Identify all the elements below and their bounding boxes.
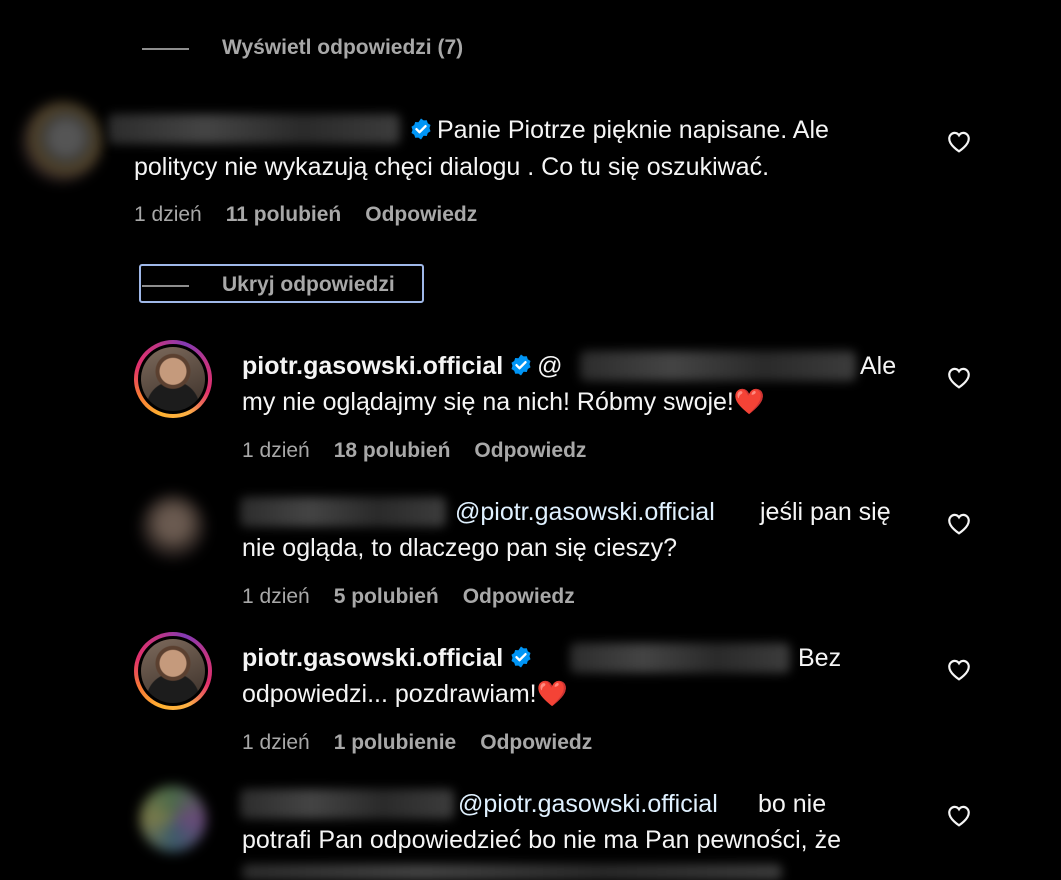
reply-text: piotr.gasowski.official @ <box>242 348 563 385</box>
comment-text: Panie Piotrze pięknie napisane. Ale <box>134 112 829 149</box>
mention-blurred[interactable] <box>570 643 790 673</box>
mention-prefix: @ <box>537 352 563 380</box>
verified-badge-icon <box>409 115 433 140</box>
reply-meta: 1 dzień 18 polubień Odpowiedz <box>242 439 610 463</box>
reply-button[interactable]: Odpowiedz <box>365 203 477 226</box>
reply-text-line2: potrafi Pan odpowiedzieć bo nie ma Pan p… <box>242 826 841 854</box>
view-replies-line <box>142 48 189 50</box>
comment-time[interactable]: 1 dzień <box>242 585 310 608</box>
mention-link[interactable]: @piotr.gasowski.official <box>458 786 718 823</box>
mention-blurred[interactable] <box>580 351 856 381</box>
reply-text: piotr.gasowski.official <box>242 640 537 677</box>
reply-text-end: bo nie <box>758 790 827 818</box>
reply-text-end: jeśli pan się <box>760 498 891 526</box>
username[interactable]: piotr.gasowski.official <box>242 644 503 672</box>
likes-count[interactable]: 1 polubienie <box>334 731 457 754</box>
heart-outline-icon[interactable] <box>946 803 972 827</box>
reply-meta: 1 dzień 1 polubienie Odpowiedz <box>242 731 616 755</box>
heart-outline-icon[interactable] <box>946 511 972 535</box>
comment-text-line2: politycy nie wykazują chęci dialogu . Co… <box>134 153 770 181</box>
hide-replies-button[interactable]: Ukryj odpowiedzi <box>222 273 395 297</box>
verified-badge-icon <box>509 351 533 376</box>
profile-photo <box>141 347 205 411</box>
reply-button[interactable]: Odpowiedz <box>474 439 586 462</box>
cut-off-text <box>242 864 782 880</box>
username[interactable]: piotr.gasowski.official <box>242 352 503 380</box>
reply-text-line2: odpowiedzi... pozdrawiam!❤️ <box>242 680 568 708</box>
avatar[interactable] <box>140 494 206 560</box>
avatar[interactable] <box>134 340 212 418</box>
username-blurred[interactable] <box>240 789 454 819</box>
reply-text-end: Ale <box>860 352 897 380</box>
heart-outline-icon[interactable] <box>946 365 972 389</box>
comment-meta: 1 dzień 11 polubień Odpowiedz <box>134 203 501 227</box>
comment-time[interactable]: 1 dzień <box>242 439 310 462</box>
profile-photo <box>141 639 205 703</box>
heart-outline-icon[interactable] <box>946 657 972 681</box>
likes-count[interactable]: 18 polubień <box>334 439 451 462</box>
reply-button[interactable]: Odpowiedz <box>480 731 592 754</box>
heart-outline-icon[interactable] <box>946 129 972 153</box>
reply-text-line2: my nie oglądajmy się na nich! Róbmy swoj… <box>242 388 766 416</box>
reply-meta: 1 dzień 5 polubień Odpowiedz <box>242 585 599 609</box>
avatar[interactable] <box>22 102 102 182</box>
avatar[interactable] <box>134 632 212 710</box>
comment-time[interactable]: 1 dzień <box>134 203 202 226</box>
reply-button[interactable]: Odpowiedz <box>463 585 575 608</box>
verified-badge-icon <box>509 643 533 668</box>
likes-count[interactable]: 5 polubień <box>334 585 439 608</box>
likes-count[interactable]: 11 polubień <box>226 203 342 226</box>
reply-text-line2: nie ogląda, to dlaczego pan się cieszy? <box>242 534 678 562</box>
comment-time[interactable]: 1 dzień <box>242 731 310 754</box>
hide-replies-line <box>142 285 189 287</box>
view-replies-button[interactable]: Wyświetl odpowiedzi (7) <box>222 36 463 60</box>
mention-link[interactable]: @piotr.gasowski.official <box>455 494 715 531</box>
avatar[interactable] <box>140 786 206 852</box>
reply-text-end: Bez <box>798 644 842 672</box>
username-blurred[interactable] <box>240 497 446 527</box>
